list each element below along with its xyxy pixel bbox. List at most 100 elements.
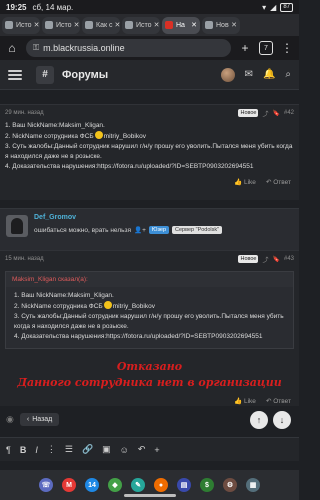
browser-tab-active[interactable]: На ✕: [162, 16, 200, 34]
scroll-up-button[interactable]: ↑: [250, 411, 268, 429]
search-icon[interactable]: ⌕: [285, 69, 291, 80]
chat-app-icon[interactable]: ✎: [131, 478, 145, 492]
tab-favicon-icon: [5, 21, 13, 29]
status-time: 19:25: [6, 2, 27, 12]
post-line-part: 2. NickName сотрудника ФСБ: [5, 133, 94, 140]
bold-icon[interactable]: B: [20, 445, 27, 455]
reply-button[interactable]: ↶ Ответ: [266, 178, 291, 186]
tabs-count-button[interactable]: 7: [259, 41, 273, 55]
user-name[interactable]: Def_Gromov: [34, 214, 76, 221]
undo-icon[interactable]: ↶: [138, 444, 146, 455]
like-button[interactable]: 👍 Like: [234, 178, 256, 186]
plus-icon[interactable]: +: [154, 445, 159, 455]
close-icon[interactable]: ✕: [189, 21, 197, 29]
new-badge: Новое: [238, 255, 259, 263]
files-app-icon[interactable]: ▤: [177, 478, 191, 492]
list-icon[interactable]: ☰: [65, 444, 73, 455]
share-icon[interactable]: ⤴: [262, 255, 268, 264]
post-line: 1. Ваш NickName:Maksim_Kligan.: [5, 122, 105, 129]
close-icon[interactable]: ✕: [112, 21, 120, 29]
post-time[interactable]: 29 мин. назад: [5, 110, 44, 116]
home-gesture-bar[interactable]: [124, 494, 176, 497]
plus-icon[interactable]: +: [239, 41, 251, 55]
back-label: Назад: [32, 415, 53, 423]
close-icon[interactable]: ✕: [32, 21, 40, 29]
bookmark-icon[interactable]: 🔖: [273, 256, 280, 263]
like-label: Like: [244, 398, 256, 405]
verdict-line: Отказано: [116, 360, 183, 373]
status-date: сб, 14 мар.: [32, 2, 74, 12]
quote-line[interactable]: 4. Доказательства нарушения:https://foto…: [14, 332, 285, 342]
phone-app-icon[interactable]: ☏: [39, 478, 53, 492]
quote-author[interactable]: Maksim_Kligan сказал(а):: [6, 272, 293, 287]
tab-favicon-icon: [85, 21, 93, 29]
wifi-icon: ▾: [262, 2, 267, 12]
tab-favicon-icon: [45, 21, 53, 29]
paragraph-icon[interactable]: ¶: [6, 445, 11, 455]
user-plus-icon[interactable]: 👤+: [134, 226, 146, 234]
post-actions: 👍 Like ↶ Ответ: [0, 172, 299, 192]
scroll-down-button[interactable]: ↓: [273, 411, 291, 429]
verdict-line: Данного сотрудника нет в организации: [17, 376, 282, 389]
post-number[interactable]: #42: [284, 110, 294, 116]
browser-tab[interactable]: Исто ✕: [42, 16, 80, 34]
tab-label: Нов: [216, 21, 229, 29]
wallet-app-icon[interactable]: $: [200, 478, 214, 492]
menu-icon[interactable]: [8, 69, 22, 80]
more-horizontal-icon[interactable]: ⋮: [47, 444, 56, 455]
post-line: 2. NickName сотрудника ФСБ mitriy_Bobikov: [5, 131, 294, 142]
browser-tab[interactable]: Исто ✕: [122, 16, 160, 34]
bell-icon[interactable]: 🔔: [263, 69, 275, 80]
more-icon[interactable]: ⋮: [281, 41, 293, 55]
emoji-icon[interactable]: ☺: [120, 445, 129, 455]
quote-block: Maksim_Kligan сказал(а): 1. Ваш NickName…: [5, 271, 294, 349]
close-icon[interactable]: ✕: [72, 21, 80, 29]
grin-emoji-icon: [103, 301, 112, 309]
site-logo[interactable]: #: [36, 65, 54, 84]
browser-tab[interactable]: Нов ✕: [202, 16, 240, 34]
avatar[interactable]: [6, 215, 28, 237]
calendar-app-icon[interactable]: 14: [85, 478, 99, 492]
quote-line: 2. NickName сотрудника ФСБ mitriy_Bobikov: [14, 301, 285, 312]
post-time[interactable]: 15 мин. назад: [5, 256, 44, 262]
post-line: 3. Суть жалобы:Данный сотрудник нарушил …: [5, 143, 293, 160]
image-icon[interactable]: ▣: [102, 444, 111, 455]
browser-tab[interactable]: Исто ✕: [2, 16, 40, 34]
mail-icon[interactable]: ✉: [245, 69, 253, 80]
reply-button[interactable]: ↶ Ответ: [266, 397, 291, 405]
post: 29 мин. назад Новое ⤴ 🔖 #42 1. Ваш NickN…: [0, 104, 299, 200]
share-icon[interactable]: ⤴: [262, 109, 268, 118]
close-icon[interactable]: ✕: [152, 21, 160, 29]
close-icon[interactable]: ✕: [229, 21, 237, 29]
grid-app-icon[interactable]: ▦: [246, 478, 260, 492]
lock-icon[interactable]: ⚿: [33, 43, 39, 53]
tab-favicon-icon: [205, 21, 213, 29]
editor-toolbar: ¶ B I ⋮ ☰ 🔗 ▣ ☺ ↶ + ↑ ↓: [0, 411, 299, 461]
tab-label: На: [176, 21, 185, 29]
maps-app-icon[interactable]: ◆: [108, 478, 122, 492]
back-button[interactable]: ‹ Назад: [19, 412, 60, 426]
header-actions: ✉ 🔔 ⌕: [220, 67, 291, 82]
post-number[interactable]: #43: [284, 256, 294, 262]
url-field[interactable]: ⚿ m.blackrussia.online: [26, 39, 231, 57]
verdict-text: Отказано Данного сотрудника нет в органи…: [0, 359, 299, 391]
forum-title[interactable]: Форумы: [62, 69, 108, 81]
browser-tab-bar: Исто ✕ Исто ✕ Как с ✕ Исто ✕ На ✕ Нов ✕: [0, 14, 299, 36]
avatar[interactable]: [220, 67, 235, 82]
rss-icon[interactable]: ◉: [6, 414, 14, 425]
link-icon[interactable]: 🔗: [82, 444, 93, 455]
bookmark-icon[interactable]: 🔖: [273, 110, 280, 117]
tab-favicon-icon: [165, 21, 173, 29]
italic-icon[interactable]: I: [35, 445, 38, 455]
like-button[interactable]: 👍 Like: [234, 397, 256, 405]
settings-app-icon[interactable]: ⚙: [223, 478, 237, 492]
post-line[interactable]: 4. Доказательства нарушения:https://foto…: [5, 162, 294, 172]
quote-content: 1. Ваш NickName:Maksim_Kligan. 2. NickNa…: [6, 287, 293, 348]
browser-tab[interactable]: Как с ✕: [82, 16, 120, 34]
gmail-app-icon[interactable]: M: [62, 478, 76, 492]
role-badge: Юзер: [148, 226, 170, 234]
screen: 19:25 сб, 14 мар. ▾ ◢ 87 Исто ✕ Исто ✕ Как…: [0, 0, 299, 500]
browser-app-icon[interactable]: ●: [154, 478, 168, 492]
reply-label: Ответ: [273, 179, 291, 186]
home-icon[interactable]: ⌂: [6, 41, 18, 55]
